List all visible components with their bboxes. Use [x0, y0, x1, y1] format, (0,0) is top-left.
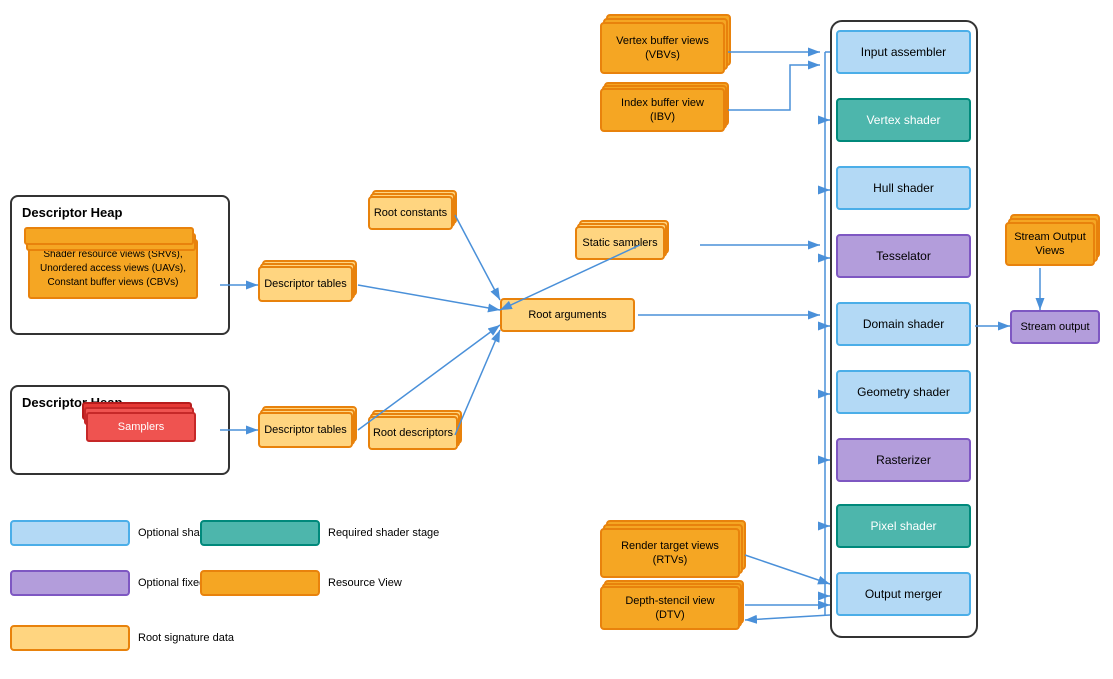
legend-root-signature: Root signature data: [10, 625, 234, 651]
rtv-stack: Render target views (RTVs): [600, 528, 740, 578]
rtv-label: Render target views (RTVs): [621, 539, 719, 568]
ibv-label: Index buffer view (IBV): [621, 96, 704, 125]
stage-pixel-shader: Pixel shader: [836, 504, 971, 548]
stage-output-merger: Output merger: [836, 572, 971, 616]
root-constants-label: Root constants: [374, 207, 447, 219]
sov-stack: Stream Output Views: [1005, 222, 1095, 266]
descriptor-tables-1-label: Descriptor tables: [264, 278, 347, 290]
samplers-label: Samplers: [118, 421, 164, 433]
vbv-label: Vertex buffer views (VBVs): [616, 34, 709, 63]
dtv-stack: Depth-stencil view (DTV): [600, 586, 740, 630]
root-arguments-box: Root arguments: [500, 298, 635, 332]
stage-hull-shader: Hull shader: [836, 166, 971, 210]
legend-root-signature-label: Root signature data: [138, 632, 234, 644]
sov-label: Stream Output Views: [1014, 230, 1086, 259]
stage-geometry-shader: Geometry shader: [836, 370, 971, 414]
legend-required-shader: Required shader stage: [200, 520, 439, 546]
srv-label: Shader resource views (SRVs), Unordered …: [40, 248, 186, 290]
legend-resource-view: Resource View: [200, 570, 402, 596]
root-constants-stack: Root constants: [368, 196, 453, 230]
stage-rasterizer: Rasterizer: [836, 438, 971, 482]
stage-vertex-shader: Vertex shader: [836, 98, 971, 142]
static-samplers-stack: Static samplers: [575, 226, 665, 260]
descriptor-tables-2-stack: Descriptor tables: [258, 412, 353, 448]
descriptor-heap-1: Descriptor Heap Shader resource views (S…: [10, 195, 230, 335]
legend-required-shader-label: Required shader stage: [328, 527, 439, 539]
dtv-label: Depth-stencil view (DTV): [625, 594, 714, 623]
descriptor-heap-2: Descriptor Heap Samplers: [10, 385, 230, 475]
descriptor-tables-1-stack: Descriptor tables: [258, 266, 353, 302]
descriptor-heap-1-title: Descriptor Heap: [22, 205, 122, 221]
static-samplers-label: Static samplers: [582, 237, 657, 249]
diagram-container: Descriptor Heap Shader resource views (S…: [0, 0, 1113, 679]
descriptor-tables-2-label: Descriptor tables: [264, 424, 347, 436]
vbv-stack: Vertex buffer views (VBVs): [600, 22, 725, 74]
stage-domain-shader: Domain shader: [836, 302, 971, 346]
root-descriptors-stack: Root descriptors: [368, 416, 458, 450]
stream-output-box: Stream output: [1010, 310, 1100, 344]
legend-resource-view-label: Resource View: [328, 577, 402, 589]
stream-output-label: Stream output: [1020, 321, 1089, 333]
root-descriptors-label: Root descriptors: [373, 427, 453, 439]
ibv-stack: Index buffer view (IBV): [600, 88, 725, 132]
stage-input-assembler: Input assembler: [836, 30, 971, 74]
root-arguments-label: Root arguments: [528, 309, 606, 321]
stage-tesselator: Tesselator: [836, 234, 971, 278]
